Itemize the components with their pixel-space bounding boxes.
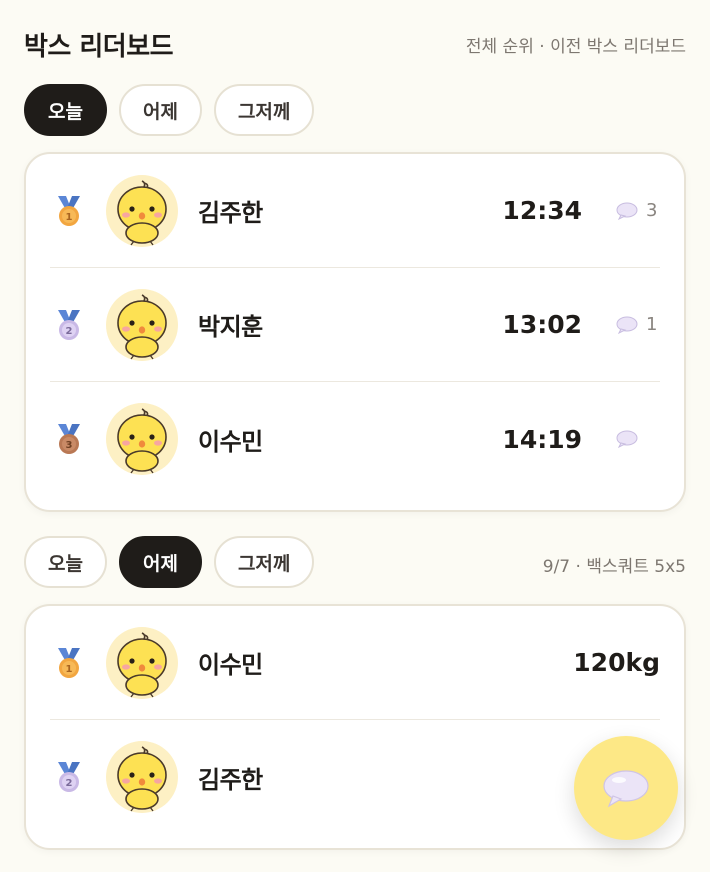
workout-meta: 9/7 · 백스쿼트 5x5 xyxy=(542,557,686,577)
tab-today[interactable]: 오늘 xyxy=(24,536,107,588)
medal-rank: 1 xyxy=(66,212,73,223)
comment-icon xyxy=(616,430,638,448)
tab-day-before[interactable]: 그저께 xyxy=(213,84,315,136)
avatar xyxy=(106,403,178,475)
link-separator: · xyxy=(533,37,551,57)
tab-yesterday[interactable]: 어제 xyxy=(118,536,202,588)
comment-count: 3 xyxy=(646,200,658,221)
leaderboard-row[interactable]: 1 이수민 120kg xyxy=(50,606,660,720)
day-tabs-1: 오늘 어제 그저께 xyxy=(24,84,315,136)
silver-medal-icon: 2 xyxy=(58,309,80,340)
chick-avatar-icon xyxy=(117,293,167,359)
avatar xyxy=(106,174,178,247)
tab-today[interactable]: 오늘 xyxy=(24,84,107,136)
page-title: 박스 리더보드 xyxy=(24,32,174,62)
all-rankings-link[interactable]: 전체 순위 xyxy=(466,37,534,57)
avatar xyxy=(106,288,178,361)
score-value: 13:02 xyxy=(502,310,582,339)
athlete-name: 이수민 xyxy=(198,427,263,456)
leaderboard-row[interactable]: 2 박지훈 13:02 1 xyxy=(50,268,660,382)
tab-day-before[interactable]: 그저께 xyxy=(213,536,315,588)
athlete-name: 이수민 xyxy=(198,651,263,679)
silver-medal-icon: 2 xyxy=(58,762,80,792)
athlete-name: 김주한 xyxy=(198,199,263,227)
athlete-name: 박지훈 xyxy=(198,313,263,341)
score-value: 14:19 xyxy=(502,424,582,454)
comment-icon xyxy=(616,316,638,334)
chick-avatar-icon xyxy=(117,631,167,697)
page-header: 박스 리더보드 전체 순위 · 이전 박스 리더보드 xyxy=(24,26,686,63)
header-links: 전체 순위 · 이전 박스 리더보드 xyxy=(466,32,686,57)
speech-bubble-icon xyxy=(603,770,649,808)
leaderboard-card-today: 1 김주한 12:34 3 2 박지훈 13:02 1 3 이수민 14:19 xyxy=(24,152,686,512)
gold-medal-icon: 1 xyxy=(58,195,80,226)
comment-button[interactable] xyxy=(616,430,660,448)
comment-count: 1 xyxy=(646,314,658,335)
comment-icon xyxy=(616,202,638,220)
score-value: 12:34 xyxy=(502,196,582,225)
leaderboard-row[interactable]: 3 이수민 14:19 xyxy=(50,382,660,496)
avatar xyxy=(106,626,178,699)
leaderboard-row[interactable]: 1 김주한 12:34 3 xyxy=(50,154,660,268)
avatar xyxy=(106,741,178,813)
bronze-medal-icon: 3 xyxy=(58,424,80,454)
day-tabs-2: 오늘 어제 그저께 xyxy=(24,536,315,588)
leaderboard-row[interactable]: 2 김주한 xyxy=(50,720,660,834)
comment-button[interactable]: 1 xyxy=(616,314,660,335)
medal-rank: 3 xyxy=(66,440,73,451)
chick-avatar-icon xyxy=(117,746,167,812)
comment-button[interactable]: 3 xyxy=(616,200,660,221)
medal-rank: 2 xyxy=(66,326,73,337)
tab-yesterday[interactable]: 어제 xyxy=(118,84,202,136)
medal-rank: 1 xyxy=(66,664,73,675)
chick-avatar-icon xyxy=(117,408,167,474)
score-value: 120kg xyxy=(573,648,660,677)
gold-medal-icon: 1 xyxy=(58,647,80,678)
chick-avatar-icon xyxy=(117,179,167,245)
medal-rank: 2 xyxy=(66,778,73,789)
chat-fab-button[interactable] xyxy=(574,736,678,840)
previous-leaderboard-link[interactable]: 이전 박스 리더보드 xyxy=(550,37,686,57)
